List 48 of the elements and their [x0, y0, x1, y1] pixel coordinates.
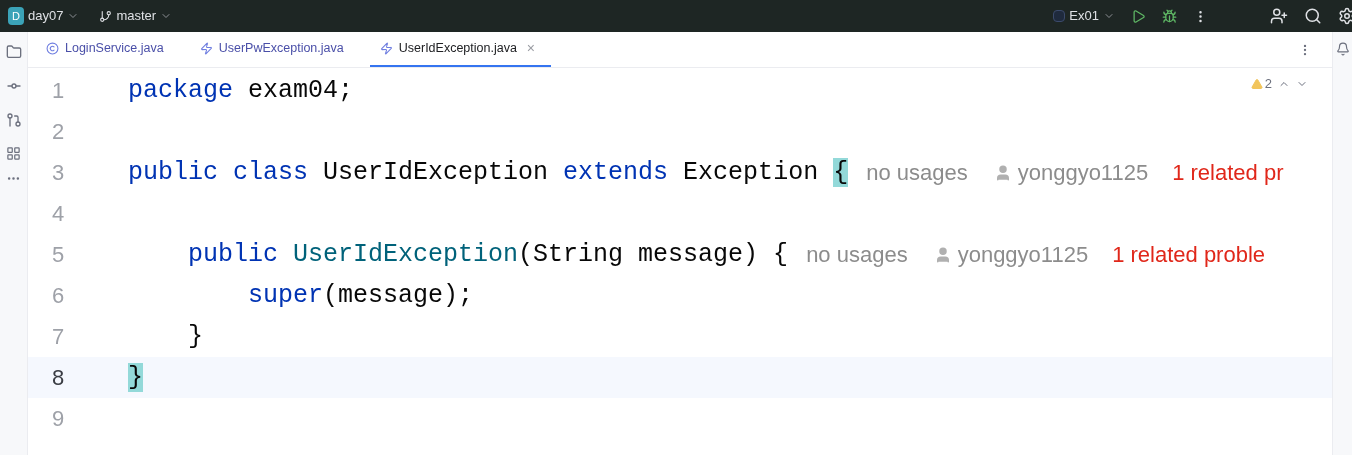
tab-label: UserIdException.java [398, 40, 517, 58]
line-number: 6 [51, 282, 66, 310]
settings-icon[interactable] [1338, 7, 1352, 25]
add-user-icon[interactable] [1270, 7, 1288, 25]
exception-icon [379, 42, 393, 55]
config-icon [1053, 10, 1066, 22]
exception-icon [199, 42, 213, 55]
search-icon[interactable] [1304, 7, 1322, 25]
project-badge: D [8, 7, 24, 25]
folder-icon[interactable] [5, 44, 22, 60]
line-number: 1 [51, 77, 66, 105]
branch-icon [99, 9, 113, 23]
tab-label: LoginService.java [65, 40, 164, 58]
code-text: super(message); [247, 279, 474, 312]
pull-request-icon[interactable] [5, 112, 22, 128]
editor-tab[interactable]: LoginService.java [36, 32, 190, 67]
warning-icon [1250, 77, 1263, 90]
line-number: 7 [51, 323, 66, 351]
line-number: 5 [51, 241, 66, 269]
class-icon [46, 42, 59, 55]
problems-hint[interactable]: 1 related pr [1172, 156, 1284, 189]
debug-icon[interactable] [1162, 8, 1177, 24]
project-selector[interactable]: day07 [28, 6, 80, 26]
author-hint[interactable]: yonggyo1125 [957, 238, 1089, 271]
editor-tab[interactable]: UserPwException.java [189, 32, 370, 67]
structure-icon[interactable] [6, 146, 21, 161]
notifications-icon[interactable] [1335, 42, 1350, 56]
branch-selector[interactable]: master [99, 6, 173, 26]
line-number: 9 [51, 405, 66, 433]
line-number: 3 [51, 159, 66, 187]
run-icon[interactable] [1131, 8, 1146, 24]
usages-hint[interactable]: no usages [866, 156, 968, 189]
problems-hint[interactable]: 1 related proble [1112, 238, 1266, 271]
code-text: package exam04; [128, 74, 354, 107]
line-number: 2 [51, 118, 66, 146]
run-config-selector[interactable]: Ex01 [1053, 6, 1115, 26]
code-text: } [128, 361, 143, 394]
tab-label: UserPwException.java [218, 40, 344, 58]
line-number: 8 [51, 364, 66, 392]
line-number: 4 [51, 200, 66, 228]
usages-hint[interactable]: no usages [806, 238, 908, 271]
code-text: public UserIdException(String message) { [187, 238, 789, 271]
close-button[interactable]: × [526, 38, 536, 59]
code-text: public class UserIdException extends Exception { [128, 156, 849, 189]
warning-count: 2 [1264, 75, 1272, 93]
author-hint[interactable]: yonggyo1125 [1017, 156, 1149, 189]
code-text: } [187, 320, 203, 353]
editor-tab[interactable]: UserIdException.java × [369, 32, 552, 67]
